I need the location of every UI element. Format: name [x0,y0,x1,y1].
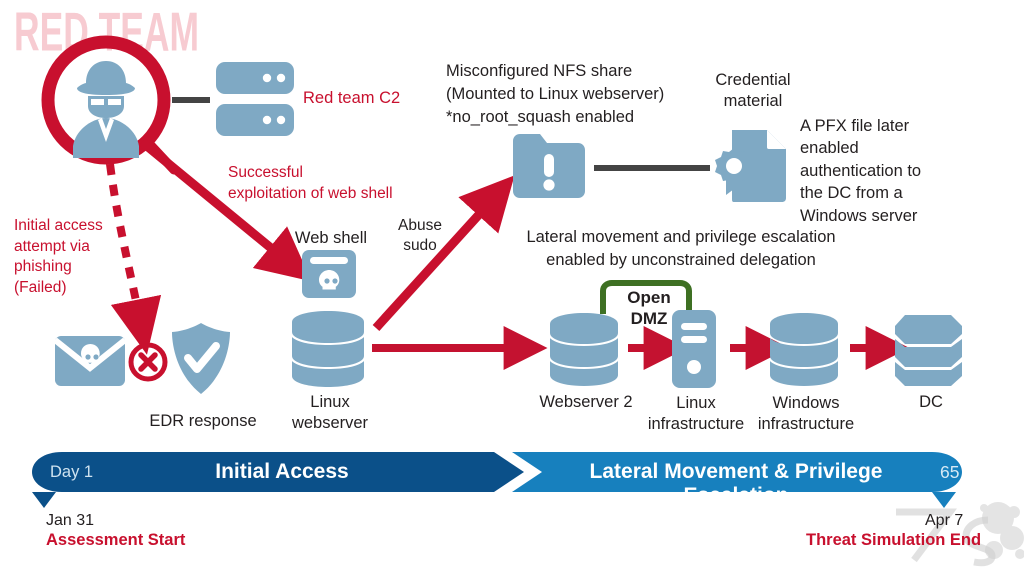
server-rack-icon [216,62,294,136]
nfs-folder-icon [513,133,589,201]
dc-label: DC [919,393,943,411]
database-cylinder-icon [292,311,364,387]
red-x-circle-icon [128,342,168,382]
c2-connector-line [172,95,220,105]
c2-server-icon [216,62,298,140]
dc-icon [892,312,970,388]
browser-skull-icon [302,250,356,298]
windows-infra-label: Windows infrastructure [757,394,855,434]
timeline-start-label: Assessment Start [46,531,186,549]
blocked-indicator [126,340,170,384]
credential-label: Credential material [715,71,791,111]
timeline-start-date: Jan 31 [46,512,95,529]
exploit-arrow [138,138,313,283]
arrow-windows-to-dc [850,326,910,370]
lateral-movement-annotation: Lateral movement and privilege escalatio… [526,228,836,269]
c2-label: Red team C2 [303,89,401,107]
webserver2-label: Webserver 2 [539,393,633,411]
arrow-webserver-to-webserver2 [372,326,548,370]
pfx-annotation: A PFX file later enabled authentication … [800,117,922,225]
webserver2-icon [548,312,624,388]
database-cylinder-icon [895,315,962,386]
edr-label: EDR response [149,412,257,430]
linux-webserver-icon [290,310,370,390]
timeline-phase2-title: Lateral Movement & Privilege Escalation [589,460,883,507]
arrow-webserver2-to-linux [628,326,688,370]
credential-icon [712,128,792,204]
database-cylinder-icon [770,313,838,386]
server-tower-icon [672,310,716,388]
database-cylinder-icon [550,313,618,386]
linux-webserver-label: Linux webserver [291,393,369,433]
attack-path-diagram: RED TEAM Red team C2 Initial access atte… [0,0,1024,567]
timeline-phase1-day: Day 1 [50,463,94,481]
edr-shield-icon [170,322,236,400]
shield-check-icon [171,323,231,394]
timeline-end-label: Threat Simulation End [806,531,982,549]
phishing-email-icon [53,336,129,392]
successful-exploit-annotation: Successful exploitation of web shell [228,164,393,202]
timeline-phase1-title: Initial Access [215,460,349,483]
web-shell-icon [302,250,360,302]
initial-access-annotation: Initial access attempt via phishing (Fai… [14,217,103,296]
credential-connector-line [594,163,724,173]
timeline-phase2-day: 65 [940,462,960,482]
windows-infra-icon [768,312,844,388]
nfs-share-annotation: Misconfigured NFS share (Mounted to Linu… [446,62,665,126]
timeline-end-date: Apr 7 [925,512,964,529]
linux-infra-icon [672,310,720,390]
certificate-document-icon [715,130,786,202]
splatter-mark [980,502,1024,559]
linux-infra-label: Linux infrastructure [647,394,745,434]
